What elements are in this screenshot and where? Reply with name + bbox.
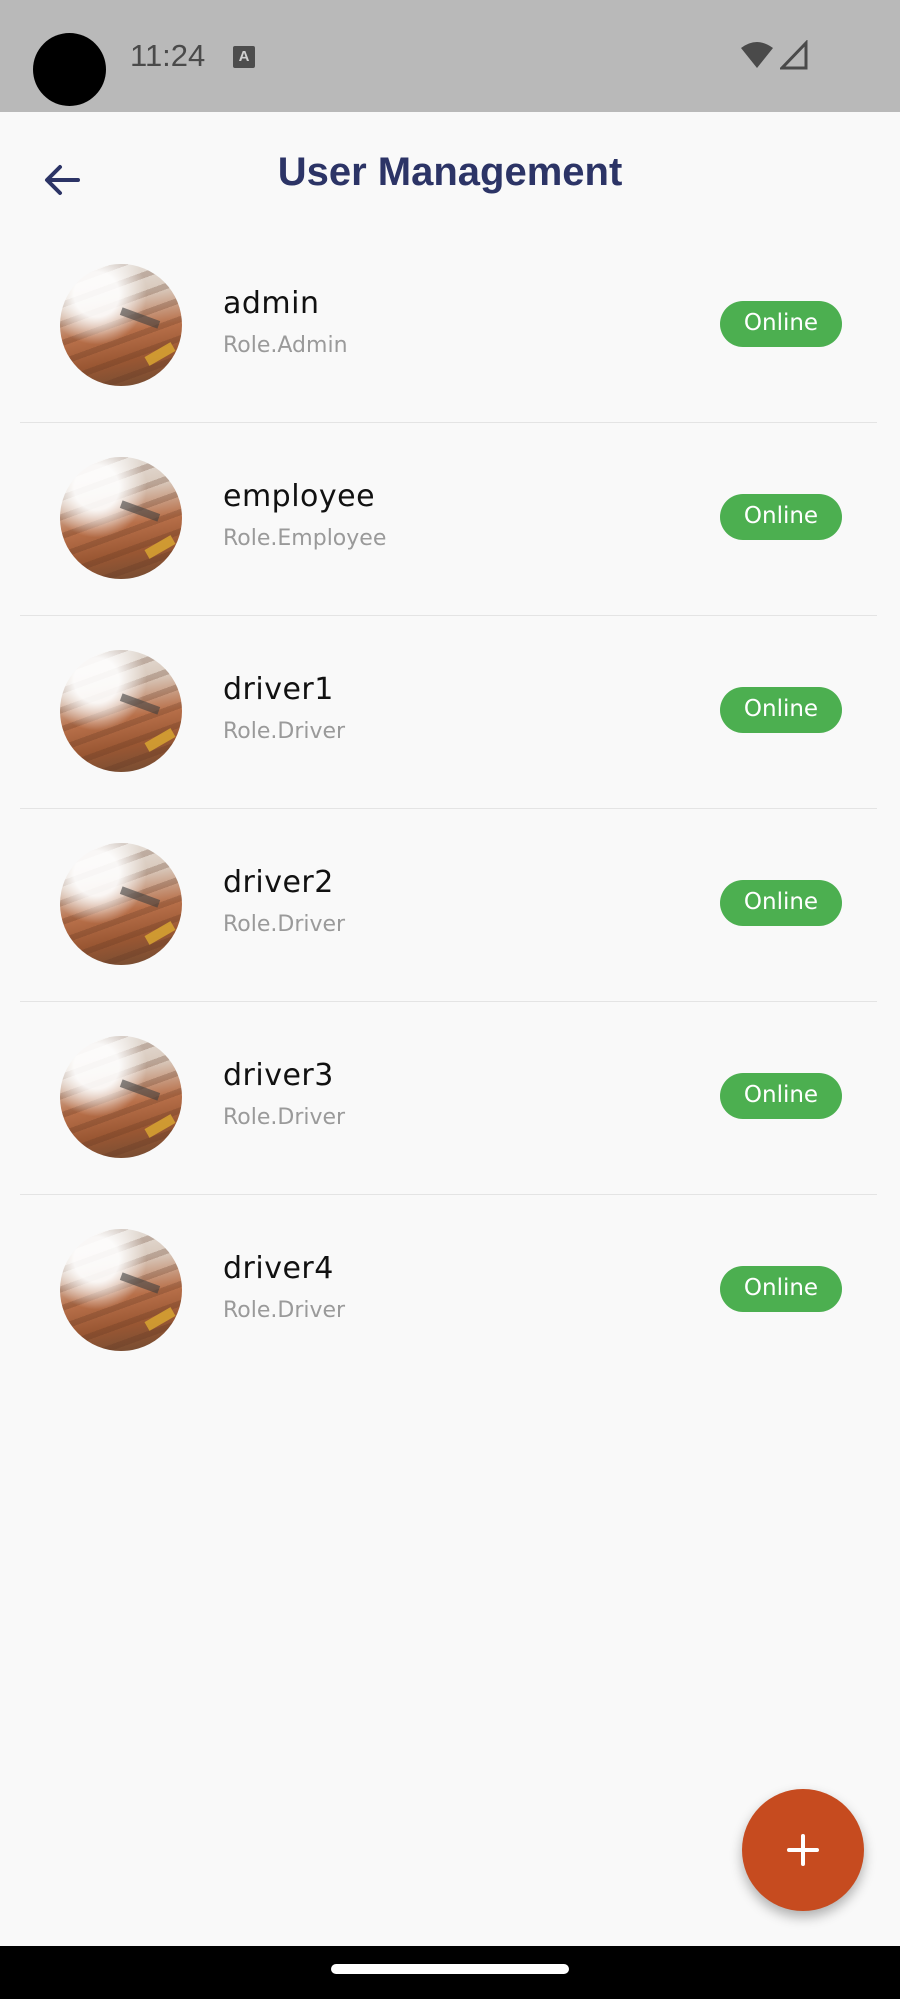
user-name: driver4	[223, 1251, 334, 1286]
user-name: employee	[223, 479, 376, 514]
user-row[interactable]: driver2 Role.Driver Online	[20, 809, 877, 1002]
status-badge: Online	[720, 494, 842, 540]
status-badge: Online	[720, 687, 842, 733]
wifi-icon	[741, 42, 773, 68]
home-indicator[interactable]	[331, 1964, 569, 1974]
status-time: 11:24	[130, 38, 206, 73]
user-row[interactable]: driver4 Role.Driver Online	[20, 1195, 877, 1388]
status-badge: Online	[720, 880, 842, 926]
user-role: Role.Driver	[223, 912, 346, 937]
avatar	[60, 457, 182, 579]
user-role: Role.Driver	[223, 719, 346, 744]
avatar	[60, 1229, 182, 1351]
camera-cutout	[33, 33, 106, 106]
user-role: Role.Driver	[223, 1105, 346, 1130]
user-list: admin Role.Admin Online employee Role.Em…	[20, 230, 877, 1388]
status-bar: 11:24 A	[0, 0, 900, 112]
plus-icon	[787, 1834, 819, 1866]
user-row[interactable]: admin Role.Admin Online	[20, 230, 877, 423]
notification-icon: A	[233, 46, 255, 68]
avatar	[60, 264, 182, 386]
avatar	[60, 843, 182, 965]
cell-signal-icon	[780, 40, 808, 70]
app-bar: User Management	[0, 112, 900, 238]
status-badge: Online	[720, 1266, 842, 1312]
page-title: User Management	[277, 150, 623, 194]
user-name: driver3	[223, 1058, 334, 1093]
user-row[interactable]: driver1 Role.Driver Online	[20, 616, 877, 809]
avatar	[60, 650, 182, 772]
user-name: driver1	[223, 672, 334, 707]
user-row[interactable]: employee Role.Employee Online	[20, 423, 877, 616]
user-name: admin	[223, 286, 320, 321]
avatar	[60, 1036, 182, 1158]
add-user-button[interactable]	[742, 1789, 864, 1911]
user-role: Role.Admin	[223, 333, 348, 358]
user-row[interactable]: driver3 Role.Driver Online	[20, 1002, 877, 1195]
user-role: Role.Employee	[223, 526, 387, 551]
navigation-bar	[0, 1946, 900, 1999]
status-badge: Online	[720, 301, 842, 347]
status-badge: Online	[720, 1073, 842, 1119]
user-name: driver2	[223, 865, 334, 900]
user-role: Role.Driver	[223, 1298, 346, 1323]
